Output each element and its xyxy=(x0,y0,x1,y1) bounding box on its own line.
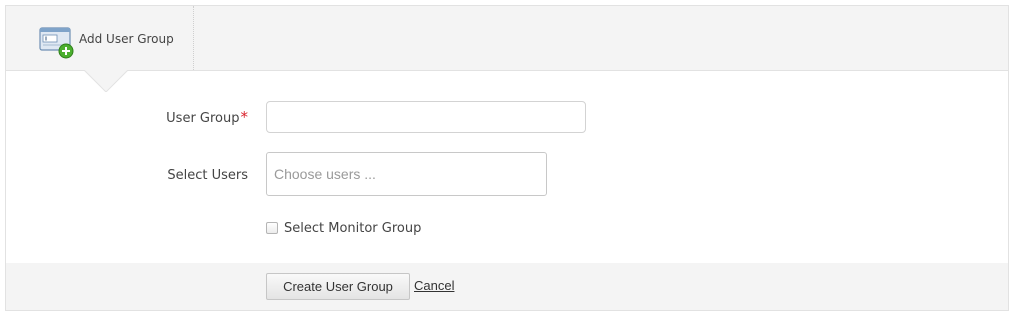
add-user-group-icon xyxy=(39,27,74,59)
create-user-group-button[interactable]: Create User Group xyxy=(266,273,410,300)
monitor-group-checkbox[interactable] xyxy=(266,222,278,234)
tab-label: Add User Group xyxy=(79,32,174,46)
form-footer: Create User Group Cancel xyxy=(6,263,1008,310)
user-group-label-text: User Group xyxy=(166,111,240,126)
select-users-label: Select Users xyxy=(167,168,248,183)
cancel-link[interactable]: Cancel xyxy=(414,278,454,293)
monitor-group-option[interactable]: Select Monitor Group xyxy=(266,219,421,237)
user-group-input[interactable] xyxy=(266,101,586,133)
panel-header: Add User Group xyxy=(6,6,1008,71)
select-users-input[interactable] xyxy=(266,152,547,196)
monitor-group-label: Select Monitor Group xyxy=(284,220,422,236)
required-marker: * xyxy=(240,108,249,126)
add-user-group-panel: Add User Group User Group* Select Users … xyxy=(5,5,1009,311)
user-group-label: User Group* xyxy=(166,108,248,126)
tab-pointer-arrow xyxy=(84,70,128,92)
tab-add-user-group[interactable]: Add User Group xyxy=(6,6,194,70)
